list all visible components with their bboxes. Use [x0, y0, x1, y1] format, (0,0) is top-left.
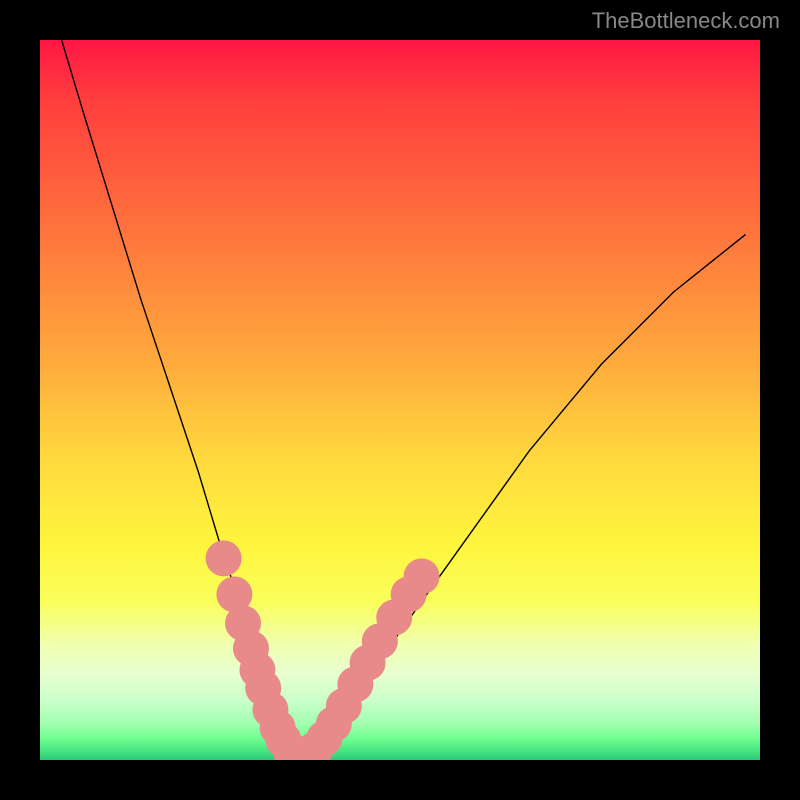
chart-plot-area — [40, 40, 760, 760]
curve-marker — [206, 540, 242, 576]
curve-markers — [206, 540, 440, 760]
watermark-label: TheBottleneck.com — [592, 8, 780, 34]
curve-line — [62, 40, 746, 756]
chart-svg — [40, 40, 760, 760]
curve-marker — [404, 558, 440, 594]
